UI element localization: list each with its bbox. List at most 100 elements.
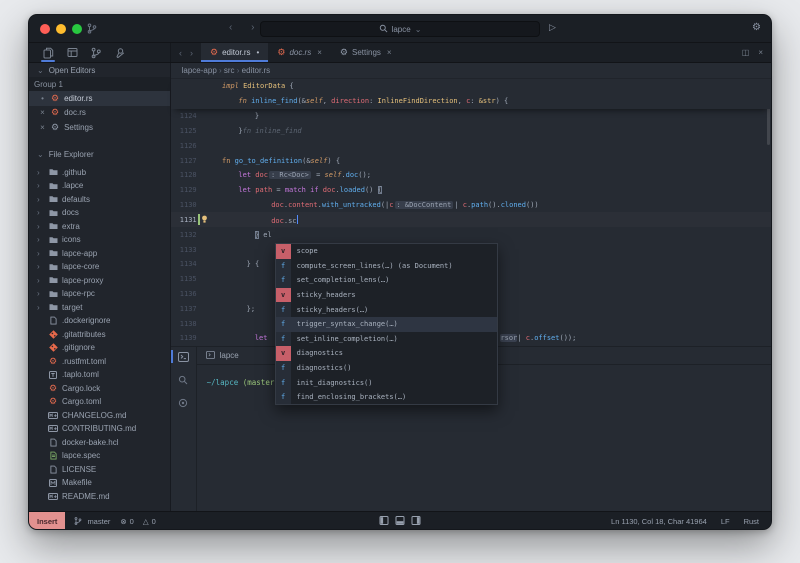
file-item--rustfmt-toml[interactable]: ⚙.rustfmt.toml — [29, 355, 170, 369]
code-line-1125[interactable]: 1125}fn inline_find — [171, 123, 771, 138]
sticky-code-line[interactable]: fn inline_find(&self, direction: InlineF… — [171, 94, 771, 109]
code-line-1129[interactable]: 1129let path = match if doc.loaded() { — [171, 183, 771, 198]
breadcrumb-item[interactable]: lapce-app — [182, 66, 217, 75]
tab-Settings[interactable]: ⚙Settings× — [331, 43, 401, 62]
entry-label: target — [62, 303, 82, 312]
close-editor-icon[interactable]: × — [758, 48, 763, 57]
close-tab-icon[interactable]: × — [317, 48, 322, 57]
folder-item--lapce[interactable]: ›.lapce — [29, 179, 170, 193]
source-control-icon[interactable] — [89, 45, 103, 61]
completion-item-diagnostics[interactable]: vdiagnostics — [276, 346, 497, 361]
code-line-1124[interactable]: 1124} — [171, 109, 771, 124]
tab-editor-rs[interactable]: ⚙editor.rs• — [201, 43, 268, 62]
completion-kind-function-icon: f — [276, 259, 291, 274]
chevron-right-icon: › — [37, 303, 44, 312]
sticky-code-line[interactable]: impl EditorData { — [171, 79, 771, 94]
file-item-CHANGELOG-md[interactable]: CHANGELOG.md — [29, 409, 170, 423]
language-mode[interactable]: Rust — [744, 517, 759, 526]
completion-item-sticky-headers-[interactable]: fsticky_headers(…) — [276, 302, 497, 317]
file-explorer-header[interactable]: ⌄ File Explorer — [29, 148, 170, 162]
code-editor[interactable]: impl EditorData {fn inline_find(&self, d… — [171, 79, 771, 346]
diagnostics-indicator[interactable]: ⊗ 0 △ 0 — [120, 517, 155, 526]
entry-label: .dockerignore — [62, 316, 110, 325]
status-bar: Insert master ⊗ 0 △ 0 Ln 1130, Col 18, C… — [29, 511, 771, 530]
palette-search-box[interactable]: lapce ⌄ — [260, 21, 540, 37]
completion-item-trigger-syntax-change-[interactable]: ftrigger_syntax_change(…) — [276, 317, 497, 332]
folder-item-target[interactable]: › target — [29, 301, 170, 315]
completion-item-set-completion-lens-[interactable]: fset_completion_lens(…) — [276, 273, 497, 288]
code-line-1131[interactable]: 1131doc.sc — [171, 212, 771, 227]
folder-item--github[interactable]: ›.github — [29, 166, 170, 180]
toggle-right-panel-icon[interactable] — [412, 516, 421, 527]
debug-icon[interactable] — [113, 45, 127, 61]
file-item--gitattributes[interactable]: .gitattributes — [29, 328, 170, 342]
folder-item-lapce-proxy[interactable]: ›lapce-proxy — [29, 274, 170, 288]
file-item-Cargo-lock[interactable]: ⚙Cargo.lock — [29, 382, 170, 396]
file-item-README-md[interactable]: README.md — [29, 490, 170, 504]
toggle-left-panel-icon[interactable] — [380, 516, 389, 527]
tab-label: doc.rs — [289, 48, 311, 57]
nav-back-button[interactable]: ‹ — [229, 22, 240, 33]
mode-badge[interactable]: Insert — [29, 512, 65, 530]
file-item-lapce-spec[interactable]: lapce.spec — [29, 449, 170, 463]
close-icon[interactable]: × — [39, 123, 46, 132]
breadcrumb-item[interactable]: editor.rs — [242, 66, 270, 75]
code-line-1132[interactable]: 1132} el — [171, 227, 771, 242]
folder-item-icons[interactable]: ›icons — [29, 233, 170, 247]
open-editor-item-Settings[interactable]: ×⚙Settings — [29, 120, 170, 135]
search-icon[interactable] — [178, 375, 188, 387]
debug-icon[interactable] — [178, 398, 188, 410]
folder-item-extra[interactable]: ›extra — [29, 220, 170, 234]
code-line-1126[interactable]: 1126 — [171, 138, 771, 153]
settings-gear-icon[interactable]: ⚙ — [752, 22, 761, 33]
terminal-icon[interactable] — [178, 352, 189, 364]
breadcrumb-item[interactable]: src — [224, 66, 235, 75]
open-editors-header[interactable]: ⌄ Open Editors — [29, 63, 170, 77]
completion-item-init-diagnostics-[interactable]: finit_diagnostics() — [276, 375, 497, 390]
close-icon[interactable]: × — [39, 108, 46, 117]
split-editor-icon[interactable]: ◫ — [742, 48, 750, 57]
file-item-Cargo-toml[interactable]: ⚙Cargo.toml — [29, 395, 170, 409]
toggle-bottom-panel-icon[interactable] — [396, 516, 405, 527]
completion-label: set_inline_completion(…) — [297, 335, 398, 343]
close-window-button[interactable] — [40, 24, 50, 34]
file-item-docker-bake-hcl[interactable]: docker-bake.hcl — [29, 436, 170, 450]
close-tab-icon[interactable]: × — [387, 48, 392, 57]
modified-dot[interactable]: • — [39, 94, 46, 103]
file-item-Makefile[interactable]: Makefile — [29, 476, 170, 490]
file-item--taplo-toml[interactable]: .taplo.toml — [29, 368, 170, 382]
cursor-position[interactable]: Ln 1130, Col 18, Char 41964 — [611, 517, 707, 526]
folder-item-lapce-app[interactable]: ›lapce-app — [29, 247, 170, 261]
zoom-window-button[interactable] — [72, 24, 82, 34]
file-item--gitignore[interactable]: .gitignore — [29, 341, 170, 355]
completion-item-sticky-headers[interactable]: vsticky_headers — [276, 288, 497, 303]
file-item--dockerignore[interactable]: .dockerignore — [29, 314, 170, 328]
code-line-1130[interactable]: 1130doc.content.with_untracked(|c: &DocC… — [171, 198, 771, 213]
folder-item-defaults[interactable]: ›defaults — [29, 193, 170, 207]
spec-file-icon — [48, 451, 58, 460]
plugins-icon[interactable] — [65, 45, 79, 61]
completion-item-set-inline-completion-[interactable]: fset_inline_completion(…) — [276, 332, 497, 347]
completion-item-scope[interactable]: vscope — [276, 244, 497, 259]
tabs-back-button[interactable]: ‹ — [179, 48, 182, 58]
completion-item-compute-screen-lines-as-Document-[interactable]: fcompute_screen_lines(…) (as Document) — [276, 259, 497, 274]
tabs-forward-button[interactable]: › — [190, 48, 193, 58]
code-action-lightbulb-icon[interactable] — [201, 215, 208, 226]
minimize-window-button[interactable] — [56, 24, 66, 34]
code-line-1128[interactable]: 1128let doc: Rc<Doc> = self.doc(); — [171, 168, 771, 183]
file-item-CONTRIBUTING-md[interactable]: CONTRIBUTING.md — [29, 422, 170, 436]
file-item-LICENSE[interactable]: LICENSE — [29, 463, 170, 477]
folder-item-lapce-rpc[interactable]: ›lapce-rpc — [29, 287, 170, 301]
completion-item-diagnostics-[interactable]: fdiagnostics() — [276, 361, 497, 376]
open-editor-item-doc-rs[interactable]: ×⚙doc.rs — [29, 106, 170, 121]
explorer-icon[interactable] — [41, 45, 55, 61]
run-button[interactable]: ▷ — [549, 22, 556, 33]
open-editor-item-editor-rs[interactable]: •⚙editor.rs — [29, 91, 170, 106]
folder-item-lapce-core[interactable]: ›lapce-core — [29, 260, 170, 274]
completion-item-find-enclosing-brackets-[interactable]: ffind_enclosing_brackets(…) — [276, 390, 497, 405]
code-line-1127[interactable]: 1127fn go_to_definition(&self) { — [171, 153, 771, 168]
folder-item-docs[interactable]: ›docs — [29, 206, 170, 220]
branch-indicator[interactable]: master — [74, 516, 110, 528]
tab-doc-rs[interactable]: ⚙doc.rs× — [268, 43, 331, 62]
line-ending[interactable]: LF — [721, 517, 730, 526]
